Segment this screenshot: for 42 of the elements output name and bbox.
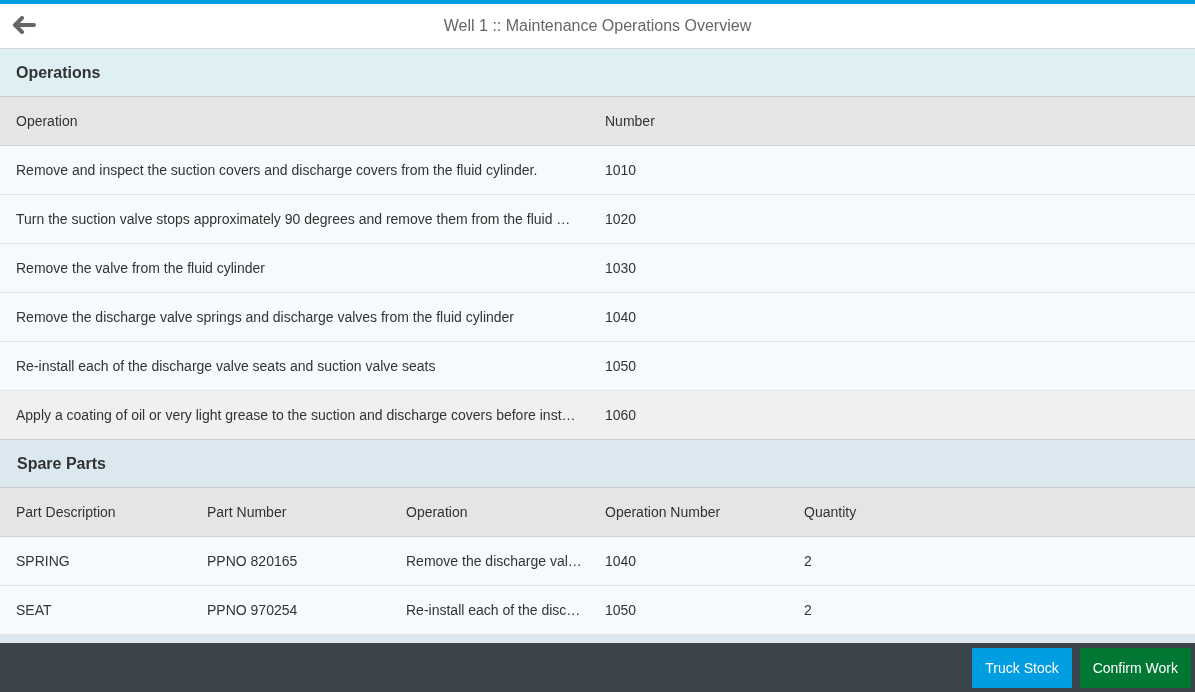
table-cell-text: Remove the discharge val… xyxy=(405,553,583,569)
column-header: Operation xyxy=(15,113,79,129)
table-cell-text: Turn the suction valve stops approximately 90 degrees and remove them from the fluid … xyxy=(15,211,572,227)
operation-row[interactable]: Remove the valve from the fluid cylinder 1030 xyxy=(0,244,1195,293)
table-cell-text: Apply a coating of oil or very light grease to the suction and discharge covers before inst… xyxy=(15,407,577,423)
column-header: Number xyxy=(604,113,656,129)
table-cell-text: Remove and inspect the suction covers and discharge covers from the fluid cylinder. xyxy=(15,162,539,178)
table-cell-text: PPNO 820165 xyxy=(206,553,299,569)
column-header: Part Number xyxy=(206,504,288,520)
column-header: Operation Number xyxy=(604,504,722,520)
back-arrow-icon xyxy=(12,16,36,34)
column-header: Quantity xyxy=(803,504,858,520)
table-cell-text: 1050 xyxy=(604,358,638,374)
table-cell-text: 1060 xyxy=(604,407,638,423)
operation-row[interactable]: Re-install each of the discharge valve seats and suction valve seats 1050 xyxy=(0,342,1195,391)
table-cell-text: Re-install each of the disc… xyxy=(405,602,582,618)
column-header: Part Description xyxy=(15,504,117,520)
spare-part-row[interactable]: SPRING PPNO 820165 Remove the discharge val… 1040 2 xyxy=(0,537,1195,586)
operation-row[interactable]: Apply a coating of oil or very light grease to the suction and discharge covers before inst… 1060 xyxy=(0,391,1195,440)
operation-row[interactable]: Turn the suction valve stops approximately 90 degrees and remove them from the fluid … 1020 xyxy=(0,195,1195,244)
table-cell-text: SEAT xyxy=(15,602,53,618)
table-cell-text: Re-install each of the discharge valve seats and suction valve seats xyxy=(15,358,437,374)
section-title: Spare Parts xyxy=(17,454,106,473)
page-title: Well 1 :: Maintenance Operations Overview xyxy=(443,17,752,35)
table-cell-text: Remove the valve from the fluid cylinder xyxy=(15,260,266,276)
column-header: Operation xyxy=(405,504,469,520)
table-cell-text: 1010 xyxy=(604,162,638,178)
table-cell-text: Remove the discharge valve springs and discharge valves from the fluid cylinder xyxy=(15,309,516,325)
table-cell-text: SPRING xyxy=(15,553,71,569)
operation-row[interactable]: Remove the discharge valve springs and discharge valves from the fluid cylinder 1040 xyxy=(0,293,1195,342)
footer-button[interactable]: Confirm Work xyxy=(1079,647,1191,688)
spare-part-row[interactable]: SEAT PPNO 970254 Re-install each of the disc… 1050 2 xyxy=(0,586,1195,635)
table-cell-text: 1040 xyxy=(604,309,638,325)
table-cell-text: 1040 xyxy=(604,553,638,569)
table-cell-text: 1050 xyxy=(604,602,638,618)
operation-row[interactable]: Remove and inspect the suction covers and discharge covers from the fluid cylinder. 1010 xyxy=(0,146,1195,195)
table-cell-text: 2 xyxy=(803,602,813,618)
table-cell-text: PPNO 970254 xyxy=(206,602,299,618)
table-cell-text: 1020 xyxy=(604,211,638,227)
section-title: Operations xyxy=(16,63,101,82)
table-cell-text: 2 xyxy=(803,553,813,569)
table-cell-text: 1030 xyxy=(604,260,638,276)
